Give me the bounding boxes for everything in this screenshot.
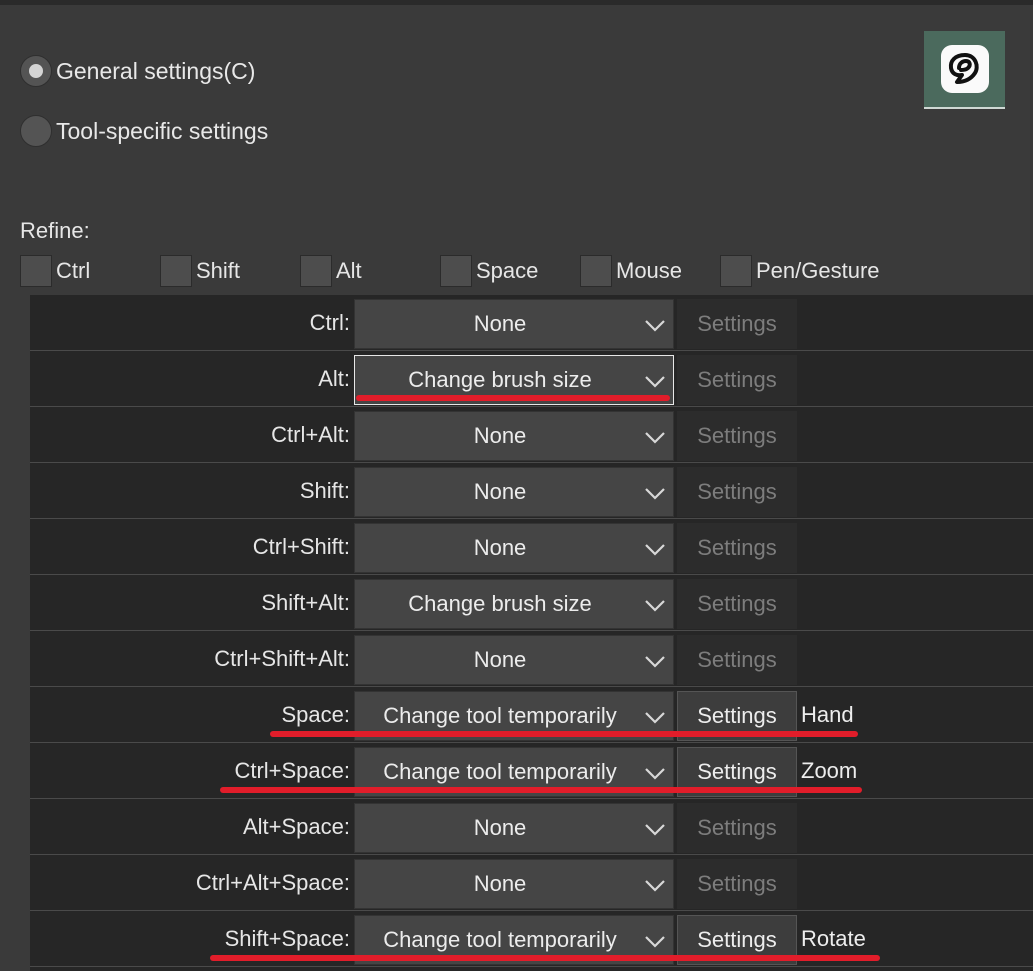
action-dropdown[interactable]: None: [354, 411, 674, 461]
shortcut-row: Ctrl+Alt: None Settings: [30, 407, 1033, 463]
radio-label: Tool-specific settings: [56, 117, 269, 144]
radio-label: General settings(C): [56, 57, 256, 84]
refine-label: Refine:: [20, 218, 90, 243]
chevron-down-icon: [643, 369, 667, 393]
chevron-down-icon: [643, 929, 667, 953]
chevron-down-icon: [643, 593, 667, 617]
radio-general-settings[interactable]: General settings(C): [20, 55, 255, 87]
action-value: None: [473, 871, 527, 896]
settings-button: Settings: [677, 859, 797, 909]
checkbox-box[interactable]: [440, 255, 472, 287]
modifier-key-table: Ctrl: None Settings Alt: Change brush size Se…: [30, 295, 1033, 971]
checkbox-label: Shift: [196, 258, 241, 283]
settings-button: Settings: [677, 299, 797, 349]
action-value: None: [473, 647, 527, 672]
chevron-down-icon: [643, 649, 667, 673]
action-value: Change brush size: [408, 591, 592, 616]
shortcut-row: Ctrl+Space: Change tool temporarily Settin…: [30, 743, 1033, 799]
modifier-key-label: Ctrl:: [309, 310, 350, 335]
action-dropdown[interactable]: None: [354, 523, 674, 573]
settings-button: Settings: [677, 467, 797, 517]
checkbox-label: Pen/Gesture: [756, 258, 880, 283]
modifier-key-label: Ctrl+Alt+Space:: [195, 870, 350, 895]
window-top-edge: [0, 0, 1033, 5]
checkbox-shift[interactable]: Shift: [160, 255, 240, 287]
checkbox-box[interactable]: [580, 255, 612, 287]
checkbox-label: Ctrl: [56, 258, 91, 283]
modifier-key-label: Ctrl+Alt:: [271, 422, 350, 447]
refine-checkboxes: Ctrl Shift Alt Space Mouse Pen/Gesture: [20, 255, 1020, 287]
red-annotation-underline: [210, 955, 880, 961]
settings-button: Settings: [677, 579, 797, 629]
settings-button: Settings: [677, 355, 797, 405]
shortcut-row: Alt+Space: None Settings: [30, 799, 1033, 855]
red-annotation-underline: [356, 395, 670, 401]
chevron-down-icon: [643, 313, 667, 337]
clip-studio-paint-icon: [924, 31, 1005, 109]
settings-button: Settings: [677, 635, 797, 685]
action-dropdown[interactable]: None: [354, 299, 674, 349]
shortcut-row: Ctrl: None Settings: [30, 295, 1033, 351]
shortcut-row: Shift+Space: Change tool temporarily Setti…: [30, 911, 1033, 967]
action-value: None: [473, 311, 527, 336]
modifier-key-label: Ctrl+Shift+Alt:: [214, 646, 350, 671]
checkbox-label: Alt: [336, 258, 362, 283]
settings-button: Settings: [677, 411, 797, 461]
action-value: None: [473, 535, 527, 560]
shortcut-row: Ctrl+Shift: None Settings: [30, 519, 1033, 575]
action-dropdown[interactable]: None: [354, 635, 674, 685]
radio-button[interactable]: [20, 55, 52, 87]
chevron-down-icon: [643, 705, 667, 729]
chevron-down-icon: [643, 873, 667, 897]
action-value: None: [473, 423, 527, 448]
shortcut-row: Alt: Change brush size Settings: [30, 351, 1033, 407]
shortcut-row: Shift+Alt: Change brush size Settings: [30, 575, 1033, 631]
red-annotation-underline: [220, 787, 862, 793]
action-value: Change brush size: [408, 367, 592, 392]
action-dropdown[interactable]: None: [354, 467, 674, 517]
modifier-key-label: Shift:: [299, 478, 350, 503]
chevron-down-icon: [643, 537, 667, 561]
checkbox-box[interactable]: [720, 255, 752, 287]
shortcut-row: Space: Change tool temporarily Settings Han…: [30, 687, 1033, 743]
checkbox-alt[interactable]: Alt: [300, 255, 362, 287]
settings-button: Settings: [677, 803, 797, 853]
action-value: None: [473, 479, 527, 504]
action-dropdown[interactable]: Change brush size: [354, 579, 674, 629]
checkbox-ctrl[interactable]: Ctrl: [20, 255, 90, 287]
chevron-down-icon: [643, 817, 667, 841]
chevron-down-icon: [643, 761, 667, 785]
shortcut-row: Shift: None Settings: [30, 463, 1033, 519]
action-value: None: [473, 815, 527, 840]
checkbox-space[interactable]: Space: [440, 255, 538, 287]
checkbox-pen-gesture[interactable]: Pen/Gesture: [720, 255, 880, 287]
checkbox-box[interactable]: [20, 255, 52, 287]
radio-button[interactable]: [20, 115, 52, 147]
checkbox-box[interactable]: [160, 255, 192, 287]
action-dropdown[interactable]: None: [354, 859, 674, 909]
modifier-key-label: Shift+Alt:: [261, 590, 350, 615]
checkbox-mouse[interactable]: Mouse: [580, 255, 682, 287]
action-dropdown[interactable]: None: [354, 803, 674, 853]
chevron-down-icon: [643, 481, 667, 505]
shortcut-row: Ctrl+Alt+Space: None Settings: [30, 855, 1033, 911]
checkbox-label: Mouse: [616, 258, 683, 283]
settings-button: Settings: [677, 523, 797, 573]
modifier-key-label: Ctrl+Shift:: [252, 534, 350, 559]
chevron-down-icon: [643, 425, 667, 449]
modifier-key-label: Alt+Space:: [242, 814, 350, 839]
checkbox-box[interactable]: [300, 255, 332, 287]
red-annotation-underline: [270, 731, 858, 737]
action-value: Change tool temporarily: [383, 703, 617, 728]
modifier-key-label: Alt:: [318, 366, 350, 391]
action-value: Change tool temporarily: [383, 927, 617, 952]
shortcut-row: Ctrl+Shift+Alt: None Settings: [30, 631, 1033, 687]
action-value: Change tool temporarily: [383, 759, 617, 784]
checkbox-label: Space: [476, 258, 539, 283]
radio-tool-specific-settings[interactable]: Tool-specific settings: [20, 115, 268, 147]
